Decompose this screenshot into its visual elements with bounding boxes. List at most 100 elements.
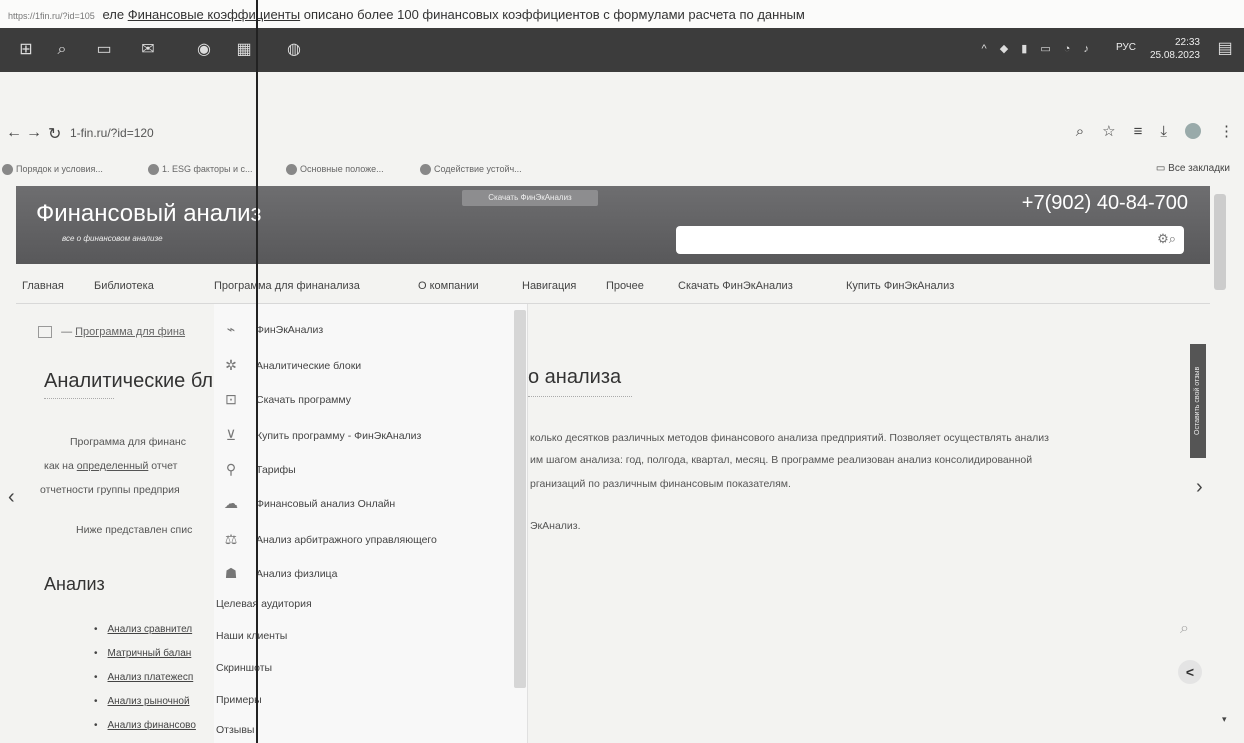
dropdown-item-person[interactable]: ☗ Анализ физлица — [214, 558, 514, 592]
menu-library[interactable]: Библиотека — [94, 280, 154, 292]
language-indicator[interactable]: РУС — [1116, 42, 1136, 53]
menu-other[interactable]: Прочее — [606, 280, 644, 292]
address-bar[interactable]: 1-fin.ru/?id=120 — [70, 126, 154, 140]
menu-home[interactable]: Главная — [22, 280, 64, 292]
phone-number: +7(902) 40-84-700 — [1021, 192, 1188, 214]
search-icon[interactable]: ⌕ — [1180, 620, 1189, 638]
feedback-tab[interactable]: Оставить свой отзыв — [1190, 344, 1206, 458]
dropdown-item-analytic-blocks[interactable]: ✲ Аналитические блоки — [214, 350, 514, 384]
breadcrumb-link[interactable]: Программа для фина — [75, 326, 185, 338]
app-icon[interactable]: ▦ — [232, 38, 256, 62]
bookmark-3[interactable]: Основные положе... — [286, 164, 384, 176]
home-icon[interactable] — [38, 326, 52, 339]
dropdown-item-finekanaliz[interactable]: ⌁ ФинЭкАнализ — [214, 314, 514, 348]
gear-icon: ✲ — [225, 357, 237, 373]
page-title: Аналитические бл — [44, 370, 214, 392]
breadcrumb: — Программа для фина — [38, 326, 185, 339]
list-item[interactable]: Анализ сравнител — [94, 624, 196, 648]
search-icon[interactable]: ⌕ — [50, 38, 74, 62]
analysis-heading: Анализ — [44, 574, 105, 594]
site-title[interactable]: Финансовый анализ — [36, 200, 262, 228]
bookmark-icon — [2, 164, 13, 176]
tag-icon: ⚲ — [225, 461, 237, 477]
menu-navigation[interactable]: Навигация — [522, 280, 576, 292]
mail-icon[interactable]: ✉ — [136, 38, 160, 62]
list-item[interactable]: Анализ платежесп — [94, 672, 196, 696]
dropdown-item-download[interactable]: ⊡ Скачать программу — [214, 384, 514, 418]
dropdown-item-online[interactable]: ☁ Финансовый анализ Онлайн — [214, 488, 514, 522]
search-icon[interactable]: ⚙⌕ — [1157, 231, 1176, 247]
folder-icon: ▭ — [1155, 163, 1169, 174]
forward-icon[interactable]: → — [26, 124, 42, 142]
windows-taskbar: ⊞ ⌕ ▭ ✉ ◉ ▦ ◍ ^ ◆ ▮ ▭ ◔ ♪ РУС 22:33 25.0… — [0, 28, 1244, 72]
file-explorer-icon[interactable]: ▭ — [92, 38, 116, 62]
menu-program[interactable]: Программа для финанализа — [214, 280, 360, 292]
paragraph-1-end: колько десятков различных методов финанс… — [530, 432, 1049, 444]
chevron-left-icon[interactable]: ‹ — [8, 486, 15, 509]
cart-icon: ⊻ — [225, 427, 237, 443]
notification-icon[interactable]: ▤ — [1214, 38, 1236, 60]
bookmark-1[interactable]: Порядок и условия... — [2, 164, 103, 176]
bookmark-icon — [420, 164, 431, 176]
chevron-down-icon[interactable]: ▾ — [1222, 714, 1227, 725]
paragraph-3-start: отчетности группы предприя — [40, 484, 180, 496]
chevron-right-icon[interactable]: › — [1196, 476, 1203, 499]
share-icon[interactable]: < — [1178, 660, 1202, 684]
all-bookmarks[interactable]: ▭ Все закладки — [1156, 163, 1230, 174]
breadcrumb-separator: — — [61, 326, 73, 338]
bookmark-4[interactable]: Содействие устойч... — [420, 164, 522, 176]
dropdown-item-reviews[interactable]: Отзывы — [216, 724, 254, 736]
reload-icon[interactable]: ↻ — [48, 124, 61, 144]
bookmark-2[interactable]: 1. ESG факторы и с... — [148, 164, 253, 176]
list-item[interactable]: Матричный балан — [94, 648, 196, 672]
menu-about[interactable]: О компании — [418, 280, 479, 292]
browser-icon[interactable]: ◉ — [192, 38, 216, 62]
dropdown-item-screenshots[interactable]: Скриншоты — [216, 662, 272, 674]
windows-start-icon[interactable]: ⊞ — [14, 38, 38, 62]
download-icon[interactable]: ⤓ — [1160, 123, 1167, 140]
dropdown-item-arbitration[interactable]: ⚖ Анализ арбитражного управляющего — [214, 524, 514, 558]
dropdown-item-tariffs[interactable]: ⚲ Тарифы — [214, 454, 514, 488]
coefficients-link[interactable]: Финансовые коэффициенты — [128, 7, 300, 22]
list-item[interactable]: Анализ финансово — [94, 720, 196, 743]
bookmarks-bar: Порядок и условия... 1. ESG факторы и с.… — [0, 160, 1244, 182]
dropdown-item-audience[interactable]: Целевая аудитория — [216, 598, 312, 610]
definite-period-link[interactable]: определенный — [77, 460, 149, 472]
source-url: https://1fin.ru/?id=105 — [8, 11, 95, 21]
browser-actions: ⌕ ☆ ≡ ⤓ ⋮ — [1076, 122, 1234, 141]
paragraph-4-start: Ниже представлен спис — [76, 524, 193, 536]
zoom-icon[interactable]: ⌕ — [1076, 123, 1084, 140]
site-search-input[interactable]: ⚙⌕ — [676, 226, 1184, 254]
back-icon[interactable]: ← — [6, 124, 22, 142]
chart-icon: ⌁ — [226, 321, 236, 337]
paragraph-3-end: рганизаций по различным финансовым показ… — [530, 478, 791, 490]
clock[interactable]: 22:33 25.08.2023 — [1150, 36, 1200, 62]
site-header: Финансовый анализ все о финансовом анали… — [16, 186, 1210, 264]
title-underline-right — [528, 396, 632, 397]
page-scrollbar[interactable] — [1214, 194, 1226, 290]
paragraph-2-end: им шагом анализа: год, полгода, квартал,… — [530, 454, 1033, 466]
text-before: еле — [102, 7, 125, 22]
clock-date: 25.08.2023 — [1149, 50, 1200, 61]
app-icon-2[interactable]: ◍ — [282, 38, 306, 62]
system-tray-icons[interactable]: ^ ◆ ▮ ▭ ◔ ♪ — [982, 42, 1095, 55]
bookmark-icon — [148, 164, 159, 176]
star-icon[interactable]: ☆ — [1102, 122, 1115, 140]
text-after: описано более 100 финансовых коэффициент… — [303, 7, 805, 22]
profile-avatar[interactable] — [1185, 123, 1201, 139]
browser-toolbar: ← → ↻ 1-fin.ru/?id=120 ⌕ ☆ ≡ ⤓ ⋮ — [0, 118, 1244, 148]
dropdown-item-clients[interactable]: Наши клиенты — [216, 630, 287, 642]
download-banner[interactable]: Скачать ФинЭкАнализ — [462, 190, 598, 206]
list-item[interactable]: Анализ рыночной — [94, 696, 196, 720]
menu-buy[interactable]: Купить ФинЭкАнализ — [846, 280, 954, 292]
menu-download[interactable]: Скачать ФинЭкАнализ — [678, 280, 793, 292]
site-subtitle: все о финансовом анализе — [62, 234, 163, 243]
analysis-list: Анализ сравнител Матричный балан Анализ … — [94, 624, 196, 743]
media-icon[interactable]: ≡ — [1134, 123, 1143, 140]
document-text-line: https://1fin.ru/?id=105 еле Финансовые к… — [0, 0, 1244, 30]
dropdown-item-buy[interactable]: ⊻ Купить программу - ФинЭкАнализ — [214, 420, 514, 454]
dropdown-scrollbar[interactable] — [514, 310, 526, 688]
dropdown-item-examples[interactable]: Примеры — [216, 694, 262, 706]
menu-dots-icon[interactable]: ⋮ — [1219, 122, 1234, 140]
cloud-icon: ☁ — [224, 495, 238, 511]
